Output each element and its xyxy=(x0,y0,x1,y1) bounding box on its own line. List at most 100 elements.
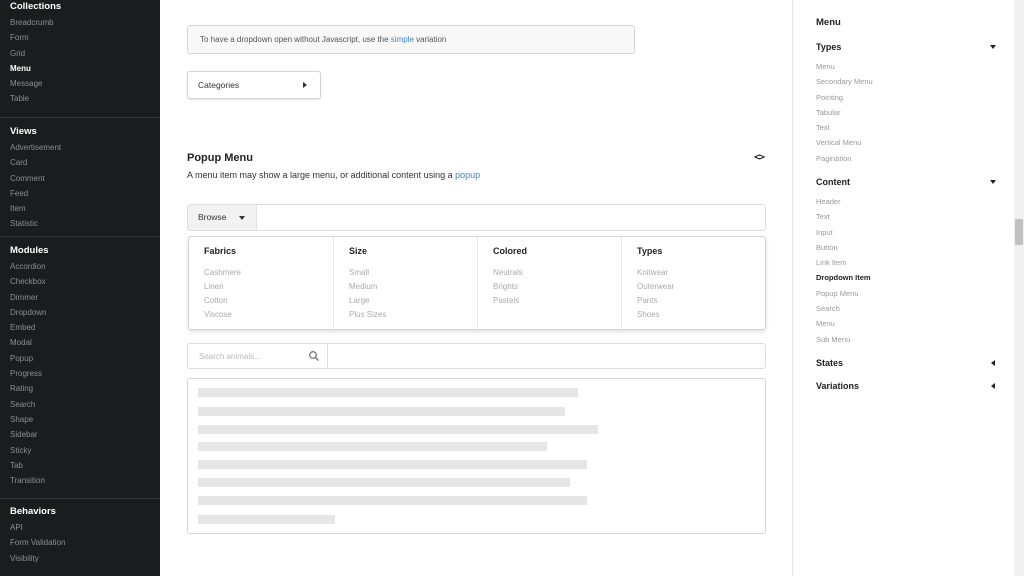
nav-item-checkbox[interactable]: Checkbox xyxy=(10,274,160,289)
search-input[interactable] xyxy=(188,344,328,368)
toc-item[interactable]: Sub Menu xyxy=(816,332,996,347)
categories-dropdown-button[interactable]: Categories xyxy=(187,71,321,99)
section-title: Popup Menu xyxy=(187,152,253,164)
toc-item[interactable]: Text xyxy=(816,120,996,135)
placeholder-line xyxy=(198,515,335,524)
nav-item-sidebar[interactable]: Sidebar xyxy=(10,427,160,442)
toc-group-title-variations[interactable]: Variations xyxy=(816,380,996,392)
scrollbar-thumb[interactable] xyxy=(1015,219,1023,245)
nav-item-dropdown[interactable]: Dropdown xyxy=(10,305,160,320)
toc-item[interactable]: Search xyxy=(816,301,996,316)
toc-item[interactable]: Pointing xyxy=(816,90,996,105)
toc-title: Menu xyxy=(816,17,841,28)
toc-group-variations: Variations xyxy=(816,380,996,392)
nav-item-feed[interactable]: Feed xyxy=(10,186,160,201)
popup-column-fabrics: Fabrics Cashmere Linen Cotton Viscose xyxy=(189,237,333,329)
column-item[interactable]: Small xyxy=(349,266,477,280)
toc-item[interactable]: Menu xyxy=(816,59,996,74)
nav-item-visibility[interactable]: Visibility xyxy=(10,551,160,566)
toc-item[interactable]: Secondary Menu xyxy=(816,74,996,89)
browse-menu-item[interactable]: Browse xyxy=(188,205,257,230)
toc-item[interactable]: Button xyxy=(816,240,996,255)
nav-item-search[interactable]: Search xyxy=(10,397,160,412)
toc-item[interactable]: Link Item xyxy=(816,255,996,270)
column-item[interactable]: Medium xyxy=(349,280,477,294)
nav-item-message[interactable]: Message xyxy=(10,76,160,91)
nav-item-transition[interactable]: Transition xyxy=(10,473,160,488)
info-message-suffix: variation xyxy=(413,35,447,44)
nav-item-rating[interactable]: Rating xyxy=(10,381,160,396)
code-icon[interactable]: <> xyxy=(754,152,765,163)
nav-item-modal[interactable]: Modal xyxy=(10,335,160,350)
simple-link[interactable]: simple xyxy=(391,35,414,44)
section-description: A menu item may show a large menu, or ad… xyxy=(187,170,480,180)
popup-link[interactable]: popup xyxy=(455,170,480,180)
toc-group-states: States xyxy=(816,357,996,369)
nav-item-dimmer[interactable]: Dimmer xyxy=(10,290,160,305)
toc-item[interactable]: Pagination xyxy=(816,151,996,166)
nav-item-embed[interactable]: Embed xyxy=(10,320,160,335)
toc-group-types: Types Menu Secondary Menu Pointing Tabul… xyxy=(816,41,996,166)
placeholder-line xyxy=(198,388,578,397)
column-item[interactable]: Large xyxy=(349,294,477,308)
nav-item-progress[interactable]: Progress xyxy=(10,366,160,381)
nav-item-popup[interactable]: Popup xyxy=(10,351,160,366)
toc-item[interactable]: Popup Menu xyxy=(816,286,996,301)
column-item[interactable]: Linen xyxy=(204,280,333,294)
column-item[interactable]: Cotton xyxy=(204,294,333,308)
column-item[interactable]: Brights xyxy=(493,280,621,294)
nav-item-grid[interactable]: Grid xyxy=(10,46,160,61)
column-item[interactable]: Knitwear xyxy=(637,266,765,280)
column-item[interactable]: Neutrals xyxy=(493,266,621,280)
caret-left-icon xyxy=(991,383,995,389)
column-item[interactable]: Pastels xyxy=(493,294,621,308)
nav-item-accordion[interactable]: Accordion xyxy=(10,259,160,274)
toc-item[interactable]: Tabular xyxy=(816,105,996,120)
toc-group-title-states[interactable]: States xyxy=(816,357,996,369)
placeholder-line xyxy=(198,460,587,469)
column-title: Colored xyxy=(493,246,528,256)
column-item[interactable]: Viscose xyxy=(204,308,333,322)
placeholder-line xyxy=(198,407,565,416)
column-item[interactable]: Outerwear xyxy=(637,280,765,294)
column-item[interactable]: Cashmere xyxy=(204,266,333,280)
nav-item-breadcrumb[interactable]: Breadcrumb xyxy=(10,15,160,30)
column-title: Fabrics xyxy=(204,246,237,256)
nav-item-comment[interactable]: Comment xyxy=(10,171,160,186)
nav-item-card[interactable]: Card xyxy=(10,155,160,170)
toc-item[interactable]: Text xyxy=(816,209,996,224)
nav-item-tab[interactable]: Tab xyxy=(10,458,160,473)
search-icon[interactable] xyxy=(308,350,320,362)
page-scrollbar[interactable] xyxy=(1014,0,1024,576)
toc-group-title-types[interactable]: Types xyxy=(816,41,996,53)
nav-item-sticky[interactable]: Sticky xyxy=(10,443,160,458)
column-item[interactable]: Pants xyxy=(637,294,765,308)
column-item[interactable]: Shoes xyxy=(637,308,765,322)
toc-item[interactable]: Vertical Menu xyxy=(816,135,996,150)
nav-item-advertisement[interactable]: Advertisement xyxy=(10,140,160,155)
toc-item[interactable]: Input xyxy=(816,225,996,240)
nav-section-collections: Collections Breadcrumb Form Grid Menu Me… xyxy=(0,0,160,118)
toc-item[interactable]: Menu xyxy=(816,316,996,331)
nav-item-table[interactable]: Table xyxy=(10,91,160,106)
placeholder-line xyxy=(198,425,598,434)
nav-item-form-validation[interactable]: Form Validation xyxy=(10,535,160,550)
content-placeholder xyxy=(187,378,766,534)
toc-item[interactable]: Header xyxy=(816,194,996,209)
toc-item-active[interactable]: Dropdown Item xyxy=(816,270,996,285)
nav-item-item[interactable]: Item xyxy=(10,201,160,216)
nav-item-api[interactable]: API xyxy=(10,520,160,535)
placeholder-line xyxy=(198,478,570,487)
caret-down-icon xyxy=(990,180,996,184)
toc-group-title-content[interactable]: Content xyxy=(816,176,996,188)
nav-item-shape[interactable]: Shape xyxy=(10,412,160,427)
popup-menu-bar: Browse xyxy=(187,204,766,231)
caret-left-icon xyxy=(991,360,995,366)
categories-label: Categories xyxy=(198,80,240,90)
toc-group-label: Content xyxy=(816,177,850,187)
nav-item-form[interactable]: Form xyxy=(10,30,160,45)
nav-item-statistic[interactable]: Statistic xyxy=(10,216,160,231)
popup-column-size: Size Small Medium Large Plus Sizes xyxy=(333,237,477,329)
column-item[interactable]: Plus Sizes xyxy=(349,308,477,322)
nav-item-menu[interactable]: Menu xyxy=(10,61,160,76)
